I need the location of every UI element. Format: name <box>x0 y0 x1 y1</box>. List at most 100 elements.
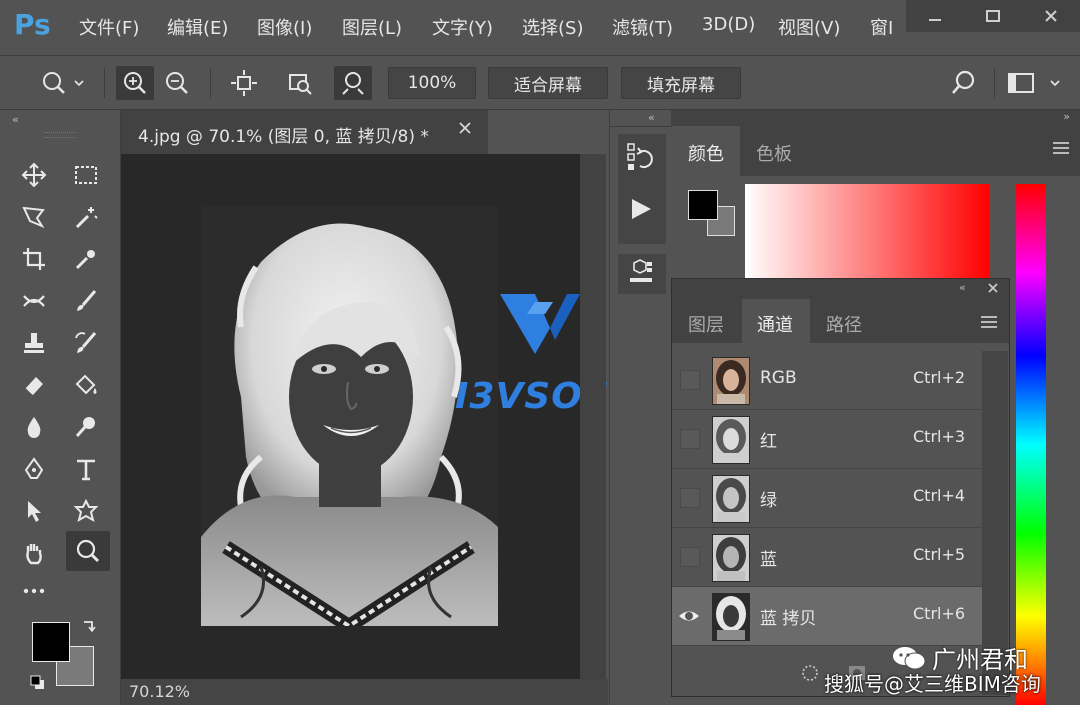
swap-colors-icon[interactable] <box>80 618 98 640</box>
tools-panel: « <box>0 110 121 705</box>
fit-screen-button[interactable]: 适合屏幕 <box>488 67 608 99</box>
menu-type[interactable]: 文字(Y) <box>432 14 493 40</box>
type-tool[interactable] <box>68 451 104 487</box>
close-document-icon[interactable] <box>457 120 473 141</box>
path-selection-icon <box>28 501 41 522</box>
maximize-icon <box>986 10 1000 22</box>
tab-swatches[interactable]: 色板 <box>756 140 792 166</box>
history-icon <box>627 143 653 170</box>
vertical-scrollbar[interactable] <box>580 154 606 679</box>
dodge-tool[interactable] <box>68 409 104 445</box>
zoom-tool-preset[interactable] <box>34 66 92 100</box>
zoom-100-button[interactable]: 100% <box>388 67 476 99</box>
close-panel-icon[interactable] <box>986 280 1000 299</box>
collapsed-panels-strip: « <box>609 110 672 705</box>
history-brush-icon <box>75 332 97 353</box>
saturation-field[interactable] <box>745 184 989 278</box>
minimize-button[interactable] <box>906 0 964 32</box>
tab-channels[interactable]: 通道 <box>757 311 793 337</box>
zoom-out-button[interactable] <box>158 66 196 100</box>
hand-tool[interactable] <box>16 535 52 571</box>
move-icon <box>21 162 47 188</box>
zoom-all-windows-button[interactable] <box>281 66 319 100</box>
menu-file[interactable]: 文件(F) <box>79 14 139 40</box>
fill-screen-button[interactable]: 填充屏幕 <box>621 67 741 99</box>
workspace-switcher[interactable] <box>1003 66 1067 100</box>
channel-row-rgb[interactable]: RGB Ctrl+2 <box>672 351 982 410</box>
foreground-color-swatch[interactable] <box>32 622 70 662</box>
path-selection-tool[interactable] <box>16 493 52 529</box>
custom-shape-icon <box>73 498 99 523</box>
scrubby-zoom-button[interactable] <box>334 66 372 100</box>
channel-shortcut: Ctrl+3 <box>913 427 966 446</box>
visibility-toggle[interactable] <box>680 488 700 508</box>
cube-icon <box>630 259 652 282</box>
lasso-tool[interactable] <box>16 199 52 235</box>
history-brush-tool[interactable] <box>68 325 104 361</box>
channel-row-blue[interactable]: 蓝 Ctrl+5 <box>672 528 982 587</box>
channel-row-red[interactable]: 红 Ctrl+3 <box>672 410 982 469</box>
visibility-toggle[interactable] <box>680 429 700 449</box>
channel-shortcut: Ctrl+6 <box>913 604 966 623</box>
status-zoom[interactable]: 70.12% <box>129 682 190 701</box>
menu-filter[interactable]: 滤镜(T) <box>612 14 673 40</box>
edit-toolbar-button[interactable] <box>16 573 52 609</box>
hue-slider[interactable] <box>1016 184 1046 705</box>
maximize-button[interactable] <box>964 0 1022 32</box>
zoom-in-button[interactable] <box>116 66 154 100</box>
tab-layers[interactable]: 图层 <box>688 311 724 337</box>
collapse-toolbox-icon[interactable]: « <box>12 113 19 126</box>
channel-row-blue-copy[interactable]: 蓝 拷贝 Ctrl+6 <box>672 587 982 646</box>
crop-tool[interactable] <box>16 241 52 277</box>
paint-bucket-tool[interactable] <box>68 367 104 403</box>
zoom-tool[interactable] <box>66 531 110 571</box>
color-panel-menu-icon[interactable] <box>1052 140 1070 159</box>
menu-layer[interactable]: 图层(L) <box>342 14 402 40</box>
resize-windows-button[interactable] <box>225 66 263 100</box>
hand-icon <box>26 544 42 565</box>
channel-name: RGB <box>760 368 797 388</box>
healing-brush-tool[interactable] <box>16 283 52 319</box>
close-window-button[interactable] <box>1022 0 1080 32</box>
brush-tool[interactable] <box>68 283 104 319</box>
menu-view[interactable]: 视图(V) <box>778 14 840 40</box>
eye-icon[interactable] <box>678 605 700 631</box>
clone-stamp-tool[interactable] <box>16 325 52 361</box>
more-dots-icon <box>23 588 45 594</box>
eraser-tool[interactable] <box>16 367 52 403</box>
visibility-toggle[interactable] <box>680 547 700 567</box>
eyedropper-icon <box>75 250 95 270</box>
visibility-toggle[interactable] <box>680 370 700 390</box>
load-selection-icon[interactable] <box>800 663 820 687</box>
menu-3d[interactable]: 3D(D) <box>702 14 755 35</box>
pen-tool[interactable] <box>16 451 52 487</box>
document-tab[interactable]: 4.jpg @ 70.1% (图层 0, 蓝 拷贝/8) * <box>121 110 488 154</box>
menu-image[interactable]: 图像(I) <box>257 14 312 40</box>
tab-paths[interactable]: 路径 <box>826 311 862 337</box>
move-tool[interactable] <box>16 157 52 193</box>
blur-tool[interactable] <box>16 409 52 445</box>
marquee-icon <box>75 166 97 184</box>
collapse-channels-icon[interactable]: « <box>959 281 966 294</box>
menu-window[interactable]: 窗I <box>870 14 893 40</box>
search-button[interactable] <box>944 66 984 100</box>
menu-select[interactable]: 选择(S) <box>522 14 583 40</box>
menu-edit[interactable]: 编辑(E) <box>167 14 228 40</box>
zoom-out-icon <box>166 72 188 94</box>
panel-foreground-swatch[interactable] <box>688 190 718 220</box>
document-tab-title: 4.jpg @ 70.1% (图层 0, 蓝 拷贝/8) * <box>138 127 429 147</box>
collapse-strip-icon[interactable]: « <box>648 111 655 124</box>
history-panel-button[interactable] <box>624 140 658 178</box>
expand-panels-icon[interactable]: » <box>1063 110 1070 123</box>
tab-color[interactable]: 颜色 <box>688 140 724 166</box>
default-colors-icon[interactable] <box>30 675 46 695</box>
marquee-tool[interactable] <box>68 157 104 193</box>
actions-panel-button[interactable] <box>628 196 654 226</box>
eyedropper-tool[interactable] <box>68 241 104 277</box>
3d-panel-button[interactable] <box>626 258 656 292</box>
channels-menu-icon[interactable] <box>980 314 998 333</box>
document-image[interactable] <box>201 207 498 626</box>
magic-wand-tool[interactable] <box>68 199 104 235</box>
custom-shape-tool[interactable] <box>68 493 104 529</box>
channel-row-green[interactable]: 绿 Ctrl+4 <box>672 469 982 528</box>
